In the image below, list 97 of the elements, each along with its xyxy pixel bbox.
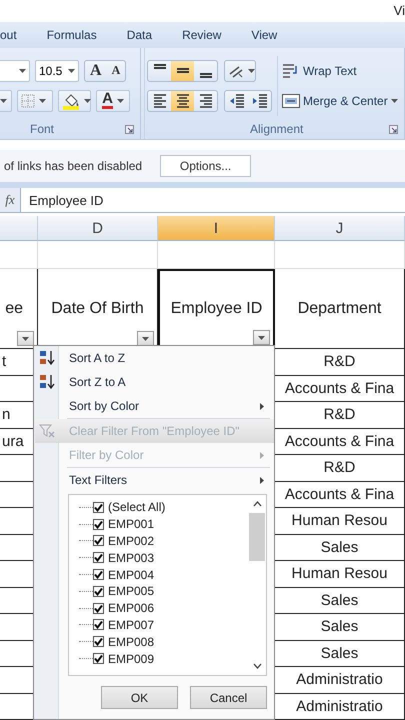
value-label[interactable]: EMP007 <box>108 618 154 632</box>
value-label[interactable]: EMP003 <box>108 550 154 565</box>
slanted-text-icon <box>228 64 244 78</box>
funnel-cross-icon <box>39 423 55 439</box>
ribbon-tab[interactable]: out <box>0 26 17 44</box>
dialog-button[interactable]: Cancel <box>190 686 267 709</box>
filter-dropdown-button[interactable] <box>253 330 270 345</box>
column-header[interactable]: I <box>158 216 275 241</box>
sort-ascending-icon <box>39 350 55 366</box>
value-label[interactable]: EMP002 <box>108 534 154 548</box>
fill-color-button[interactable] <box>58 90 91 112</box>
menu-item[interactable]: Sort Z to A <box>35 370 274 394</box>
header-text: Date Of Birth <box>51 300 144 318</box>
value-label[interactable]: EMP008 <box>108 634 154 649</box>
ribbon-tab[interactable]: Review <box>182 26 222 44</box>
menu-item[interactable]: Sort A to Z <box>35 346 274 370</box>
ribbon-tab[interactable]: Formulas <box>46 26 97 44</box>
checkbox[interactable] <box>93 535 104 546</box>
caret-icon <box>22 336 29 340</box>
ribbon-tab[interactable]: Data <box>126 26 152 44</box>
caret-icon <box>248 68 255 73</box>
orientation-button[interactable] <box>224 60 256 82</box>
align-lines-icon <box>154 64 166 69</box>
indent-icon <box>228 94 244 108</box>
caret-icon <box>116 98 124 103</box>
caret-icon <box>390 98 398 103</box>
window-title: Vi <box>394 3 405 18</box>
menu-item[interactable]: Text Filters <box>35 468 274 492</box>
font-name-field[interactable] <box>0 60 30 82</box>
formula-field[interactable]: Employee ID <box>21 192 405 208</box>
borders-button[interactable] <box>17 90 53 112</box>
security-message: of links has been disabled <box>4 159 142 174</box>
paint-bucket-icon <box>62 92 80 110</box>
sort-descending-icon <box>39 374 55 390</box>
checkbox[interactable] <box>93 653 104 664</box>
caret-icon <box>142 336 149 340</box>
dialog-launcher-icon[interactable] <box>125 124 134 134</box>
checkbox[interactable] <box>93 586 104 597</box>
ribbon-tab[interactable]: View <box>251 26 278 44</box>
underline-dropdown[interactable] <box>0 90 12 112</box>
wrap-text-button[interactable]: Wrap Text <box>282 56 398 86</box>
group-label: Font <box>30 122 54 136</box>
caret-icon <box>68 68 75 73</box>
scroll-up-icon <box>252 501 262 507</box>
scroll-thumb[interactable] <box>249 513 265 561</box>
dialog-launcher-icon[interactable] <box>389 124 398 134</box>
borders-icon <box>21 94 35 108</box>
group-label: Alignment <box>250 122 304 136</box>
header-text: ee <box>5 300 23 318</box>
checkbox[interactable] <box>93 619 104 630</box>
align-lines-icon <box>176 68 188 74</box>
submenu-arrow-icon <box>260 452 264 458</box>
font-color-button[interactable]: A <box>96 90 130 112</box>
caret-icon <box>0 98 7 103</box>
caret-icon <box>258 336 265 340</box>
function-label[interactable]: fx <box>0 188 21 212</box>
value-label[interactable]: EMP009 <box>108 652 154 666</box>
align-lines-icon <box>176 94 188 108</box>
indent-icon <box>252 94 268 108</box>
submenu-arrow-icon <box>260 402 264 410</box>
caret-icon <box>39 98 46 103</box>
merge-center-button[interactable]: Merge & Center <box>282 86 398 116</box>
align-center-button[interactable] <box>171 90 194 111</box>
font-size-field[interactable]: 10.5 <box>35 60 79 82</box>
wrap-text-icon <box>282 62 300 79</box>
scroll-down-icon <box>252 663 262 669</box>
column-header[interactable]: D <box>38 216 158 241</box>
caret-icon <box>84 98 91 103</box>
value-label[interactable]: EMP004 <box>108 568 154 582</box>
checkbox[interactable] <box>93 602 104 614</box>
checkbox[interactable] <box>93 569 104 580</box>
caret-icon <box>19 68 26 73</box>
align-lines-icon <box>200 72 212 78</box>
submenu-arrow-icon <box>260 476 264 484</box>
shrink-font-button[interactable]: A <box>106 60 126 81</box>
value-label[interactable]: (Select All) <box>108 500 166 514</box>
table-cell <box>0 241 38 269</box>
header-text: Employee ID <box>170 300 262 318</box>
merge-cells-icon <box>282 94 300 108</box>
grow-font-button[interactable]: A <box>85 60 107 81</box>
column-header[interactable]: J <box>275 216 405 241</box>
align-lines-icon <box>200 94 212 108</box>
checkbox[interactable] <box>93 552 104 564</box>
checkbox[interactable] <box>93 518 104 530</box>
align-lines-icon <box>154 94 166 108</box>
checkbox[interactable] <box>93 636 104 648</box>
menu-item[interactable]: Sort by Color <box>35 394 274 418</box>
header-text: Department <box>298 300 382 318</box>
checkbox[interactable] <box>93 502 104 513</box>
value-label[interactable]: EMP001 <box>108 517 154 532</box>
value-label[interactable]: EMP005 <box>108 584 154 598</box>
align-middle-button[interactable] <box>171 60 194 81</box>
value-label[interactable]: EMP006 <box>108 601 154 616</box>
options-button[interactable]: Options... <box>160 155 252 178</box>
filter-dropdown-button[interactable] <box>17 331 34 346</box>
dialog-button[interactable]: OK <box>101 686 178 709</box>
filter-dropdown-button[interactable] <box>137 331 154 346</box>
